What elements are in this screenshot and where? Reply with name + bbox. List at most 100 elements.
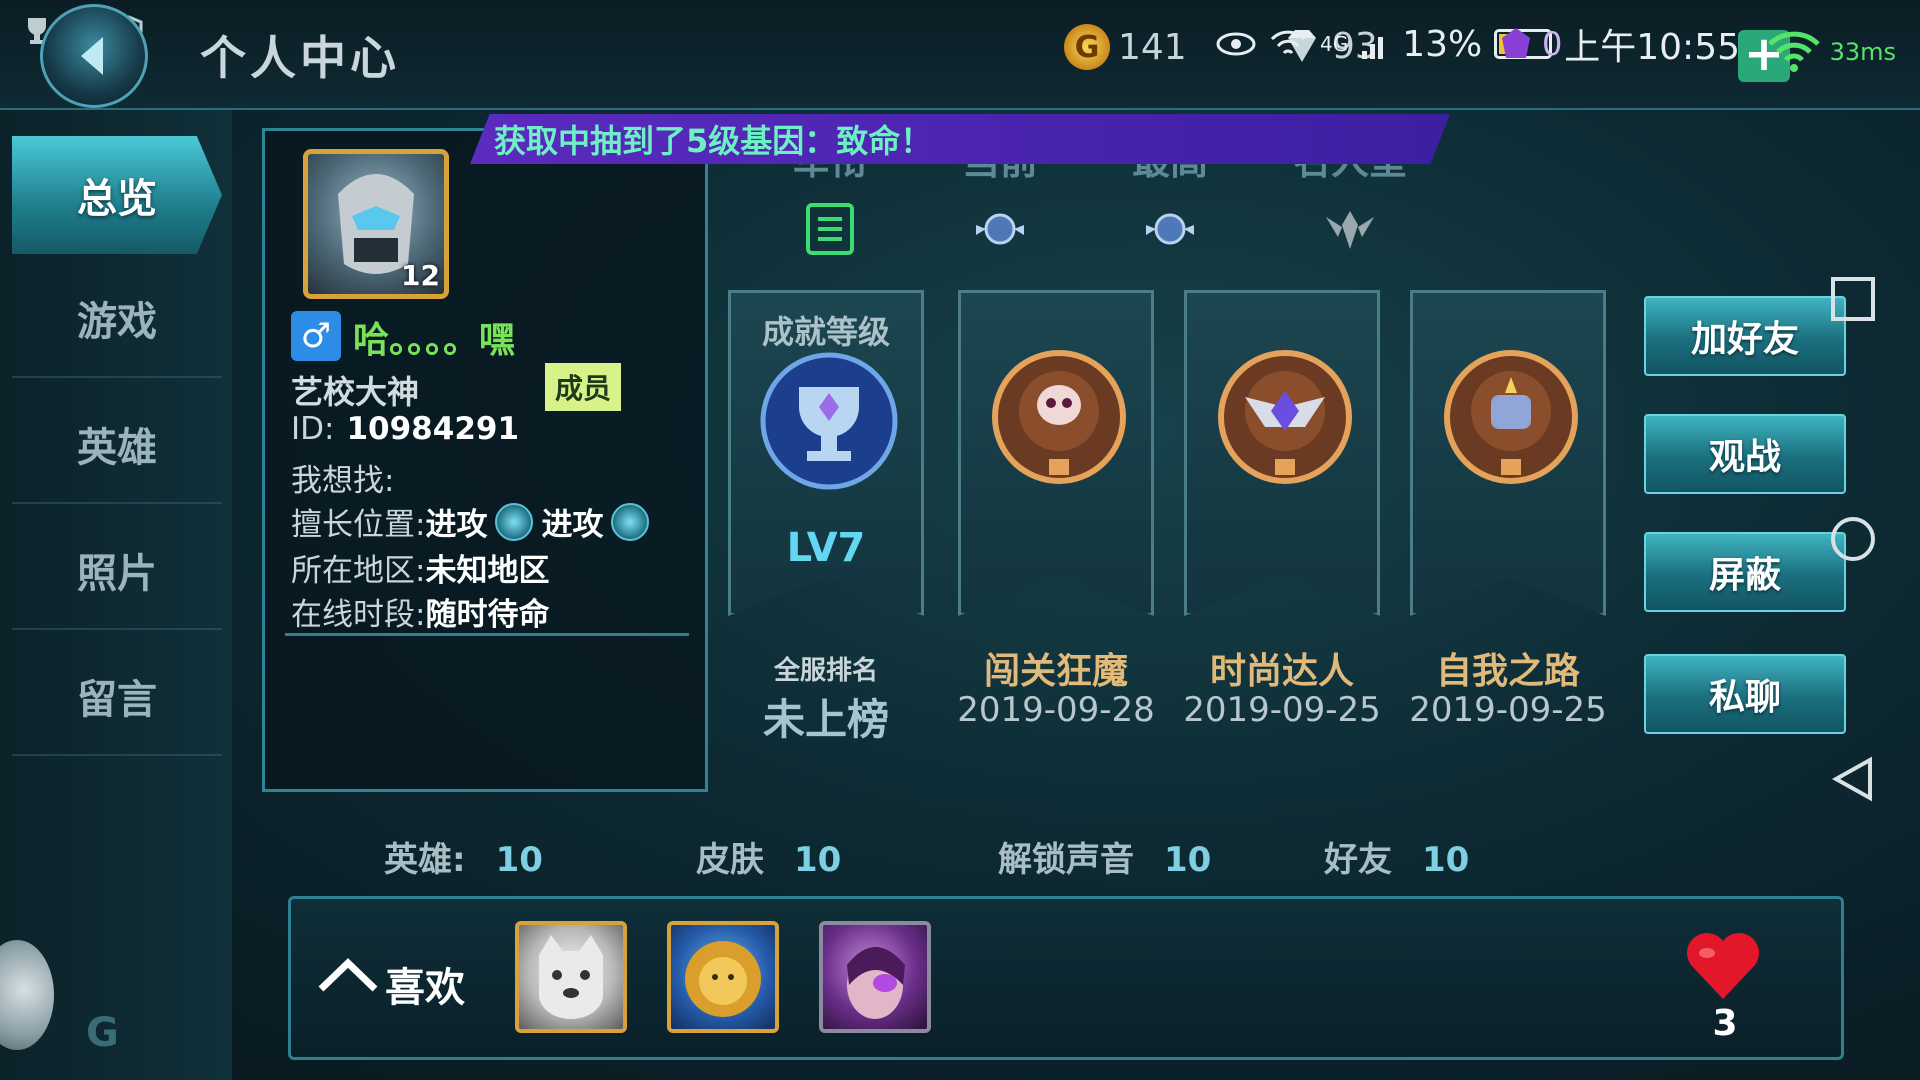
stat-friends: 好友 10 xyxy=(1324,832,1469,881)
block-button[interactable]: 屏蔽 xyxy=(1644,532,1846,612)
online-value: 随时待命 xyxy=(425,597,550,633)
attack-position-icon xyxy=(495,502,534,541)
stat-voices-label: 解锁声音 xyxy=(998,840,1134,880)
server-rank-value: 未上榜 xyxy=(762,695,889,744)
g-logo-icon: G xyxy=(86,1010,119,1056)
stat-friends-value: 10 xyxy=(1422,840,1470,880)
nav-games[interactable]: 游戏 xyxy=(12,260,222,378)
back-button[interactable] xyxy=(40,4,148,108)
list-icon xyxy=(806,203,854,255)
lion-avatar-icon xyxy=(685,941,761,1017)
stat-skins-value: 10 xyxy=(794,840,842,880)
likes-bar: 喜欢 3 xyxy=(288,896,1844,1060)
achievement-level-label: 成就等级 xyxy=(761,313,890,351)
gold-amount: 141 xyxy=(1118,26,1187,68)
likes-count: 3 xyxy=(1712,1003,1738,1044)
male-gender-icon: ♂ xyxy=(291,311,341,361)
back-arrow-icon xyxy=(81,37,103,75)
stat-skins-label: 皮肤 xyxy=(696,840,764,880)
achievement-date-2: 2019-09-25 xyxy=(1183,690,1381,730)
liker-avatar-2[interactable] xyxy=(667,921,779,1033)
position-label: 擅长位置: xyxy=(291,507,426,543)
attack-position-icon xyxy=(611,502,650,541)
recent-apps-icon[interactable] xyxy=(1830,276,1876,322)
server-rank-label: 全服排名 xyxy=(773,656,878,686)
looking-for-row: 我想找: xyxy=(291,455,394,500)
position-2: 进攻 xyxy=(541,507,604,543)
stat-friends-label: 好友 xyxy=(1324,840,1392,880)
region-value: 未知地区 xyxy=(425,553,550,589)
eye-icon xyxy=(1216,32,1256,56)
achievement-banner-2[interactable] xyxy=(1184,290,1380,616)
nickname: 哈。。。。嘿 xyxy=(353,320,516,361)
achievement-name-3: 自我之路 xyxy=(1435,651,1580,692)
private-chat-button[interactable]: 私聊 xyxy=(1644,654,1846,734)
network-type: 4G xyxy=(1320,32,1349,56)
gold-coin-icon: G xyxy=(1064,24,1110,70)
add-friend-button[interactable]: 加好友 xyxy=(1644,296,1846,376)
achievement-banner-3[interactable] xyxy=(1410,290,1606,616)
stat-voices-value: 10 xyxy=(1164,840,1212,880)
member-badge: 成员 xyxy=(545,363,622,411)
nav-heroes[interactable]: 英雄 xyxy=(12,386,222,504)
id-value: 10984291 xyxy=(346,411,520,447)
nav-photos[interactable]: 照片 xyxy=(12,512,222,630)
back-triangle-icon[interactable] xyxy=(1830,756,1876,802)
stat-voices: 解锁声音 10 xyxy=(998,832,1211,881)
stat-heroes-label: 英雄: xyxy=(384,840,466,880)
masked-woman-avatar-icon xyxy=(847,947,905,1019)
stat-heroes: 英雄: 10 xyxy=(384,832,543,881)
liker-avatar-3[interactable] xyxy=(819,921,931,1033)
player-title: 艺校大神 xyxy=(291,373,420,411)
position-row: 擅长位置: 进攻 进攻 xyxy=(291,499,657,544)
ping-indicator: 33ms xyxy=(1766,30,1896,74)
achievement-name-2: 时尚达人 xyxy=(1209,651,1354,692)
profile-card: 12 ♂ 哈。。。。嘿 艺校大神 成员 ID: 10984291 我想找: 擅长… xyxy=(262,128,708,792)
liker-avatar-1[interactable] xyxy=(515,921,627,1033)
divider xyxy=(285,633,689,636)
online-time-row: 在线时段: 随时待命 xyxy=(291,589,549,634)
heart-icon[interactable] xyxy=(1683,929,1763,1001)
wings-emblem-icon xyxy=(1326,211,1374,249)
purple-gem-amount: 0 xyxy=(1542,25,1563,63)
gold-currency: G 141 xyxy=(1064,24,1187,70)
spectate-button[interactable]: 观战 xyxy=(1644,414,1846,494)
wifi-icon xyxy=(1767,31,1820,72)
avatar[interactable]: 12 xyxy=(303,149,449,299)
rank-badge-icon xyxy=(976,213,1024,245)
purple-gem-icon xyxy=(1502,28,1530,58)
trophy-medal-icon xyxy=(760,352,898,490)
husky-avatar-icon xyxy=(539,935,603,1019)
region-label: 所在地区: xyxy=(291,553,426,589)
home-circle-icon[interactable] xyxy=(1830,516,1876,562)
fist-medal-icon xyxy=(1444,350,1578,484)
id-label: ID: xyxy=(291,411,335,447)
ping-value: 33ms xyxy=(1829,38,1896,66)
avatar-level: 12 xyxy=(401,259,440,292)
id-row: ID: 10984291 xyxy=(291,411,519,447)
stat-skins: 皮肤 10 xyxy=(696,832,841,881)
top-bar: 个人中心 G 141 93 4G 13% 上午10:55 0 + 33ms xyxy=(0,0,1920,110)
nav-messages[interactable]: 留言 xyxy=(12,638,222,756)
online-label: 在线时段: xyxy=(291,597,426,633)
purple-gem-display: 0 xyxy=(1496,24,1562,64)
position-1: 进攻 xyxy=(425,507,488,543)
achievement-level-banner[interactable]: 成就等级 LV7 xyxy=(728,290,924,616)
achievement-date-3: 2019-09-25 xyxy=(1409,690,1607,730)
announcement-marquee: 获取中抽到了5级基因：致命！ xyxy=(470,114,1450,164)
looking-for-label: 我想找: xyxy=(291,463,395,499)
likes-label: 喜欢 xyxy=(385,965,465,1011)
skull-medal-icon xyxy=(992,350,1126,484)
chevron-up-icon[interactable] xyxy=(317,953,379,995)
left-nav: 总览 游戏 英雄 照片 留言 xyxy=(0,110,232,1080)
stat-heroes-value: 10 xyxy=(495,840,543,880)
winged-gem-medal-icon xyxy=(1218,350,1352,484)
achievement-banner-1[interactable] xyxy=(958,290,1154,616)
achievement-date-1: 2019-09-28 xyxy=(957,690,1155,730)
achievement-name-1: 闯关狂魔 xyxy=(983,651,1128,692)
nav-overview[interactable]: 总览 xyxy=(12,136,222,254)
achievement-level-value: LV7 xyxy=(786,525,866,571)
rank-badge-icon xyxy=(1146,213,1194,245)
wifi-status-icon xyxy=(1270,30,1306,55)
signal-icon xyxy=(1362,37,1384,59)
